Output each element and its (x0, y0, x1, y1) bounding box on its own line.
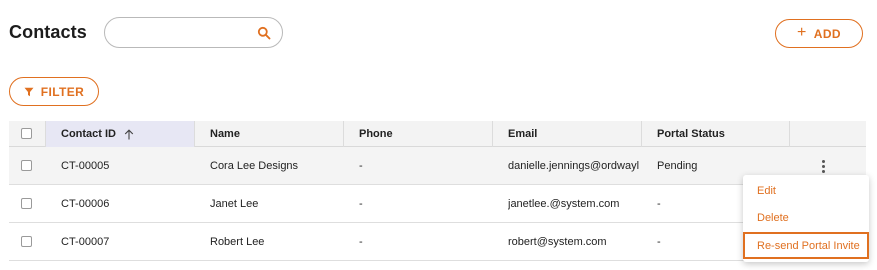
page-title: Contacts (9, 22, 87, 42)
table-row[interactable]: CT-00006 Janet Lee - janetlee.@system.co… (9, 185, 866, 223)
menu-item-resend-portal-invite[interactable]: Re-send Portal Invite (743, 232, 869, 259)
column-header-label: Phone (359, 128, 393, 140)
column-header-phone[interactable]: Phone (344, 121, 493, 147)
portal-status-cell: - (657, 198, 661, 210)
column-header-label: Name (210, 128, 240, 140)
search-icon[interactable] (257, 26, 271, 40)
column-header-label: Contact ID (61, 128, 116, 140)
row-checkbox[interactable] (21, 236, 32, 247)
column-header-actions (790, 121, 866, 147)
search-box[interactable] (104, 17, 283, 48)
sort-ascending-icon (124, 128, 134, 139)
email-cell: janetlee.@system.com (508, 198, 620, 210)
filter-button[interactable]: FILTER (9, 77, 99, 106)
table-row[interactable]: CT-00005 Cora Lee Designs - danielle.jen… (9, 147, 866, 185)
menu-item-edit[interactable]: Edit (743, 177, 869, 204)
column-header-label: Email (508, 128, 538, 140)
plus-icon: + (797, 24, 807, 41)
contact-id-cell: CT-00006 (61, 198, 110, 210)
column-header-portal-status[interactable]: Portal Status (642, 121, 790, 147)
add-button[interactable]: + ADD (775, 19, 863, 48)
column-header-label: Portal Status (657, 128, 725, 140)
table-header: Contact ID Name Phone Email Portal Statu… (9, 121, 866, 147)
phone-cell: - (359, 160, 363, 172)
table-row[interactable]: CT-00007 Robert Lee - robert@system.com … (9, 223, 866, 261)
portal-status-cell: - (657, 236, 661, 248)
name-cell: Robert Lee (210, 236, 265, 248)
name-cell: Janet Lee (210, 198, 259, 210)
column-header-email[interactable]: Email (493, 121, 642, 147)
add-button-label: ADD (813, 26, 841, 41)
phone-cell: - (359, 236, 363, 248)
filter-button-label: FILTER (40, 84, 85, 99)
select-all-cell (9, 121, 46, 147)
contact-id-cell: CT-00005 (61, 160, 110, 172)
email-cell: robert@system.com (508, 236, 607, 248)
select-all-checkbox[interactable] (21, 128, 32, 139)
row-checkbox[interactable] (21, 198, 32, 209)
column-header-name[interactable]: Name (195, 121, 344, 147)
search-input[interactable] (119, 24, 249, 42)
row-actions-menu: Edit Delete Re-send Portal Invite (743, 175, 869, 262)
name-cell: Cora Lee Designs (210, 160, 299, 172)
funnel-icon (24, 87, 34, 96)
row-checkbox[interactable] (21, 160, 32, 171)
phone-cell: - (359, 198, 363, 210)
menu-item-delete[interactable]: Delete (743, 204, 869, 231)
email-cell: danielle.jennings@ordwayla (508, 160, 639, 172)
more-actions-icon[interactable] (818, 159, 828, 175)
column-header-contact-id[interactable]: Contact ID (46, 121, 195, 147)
contact-id-cell: CT-00007 (61, 236, 110, 248)
